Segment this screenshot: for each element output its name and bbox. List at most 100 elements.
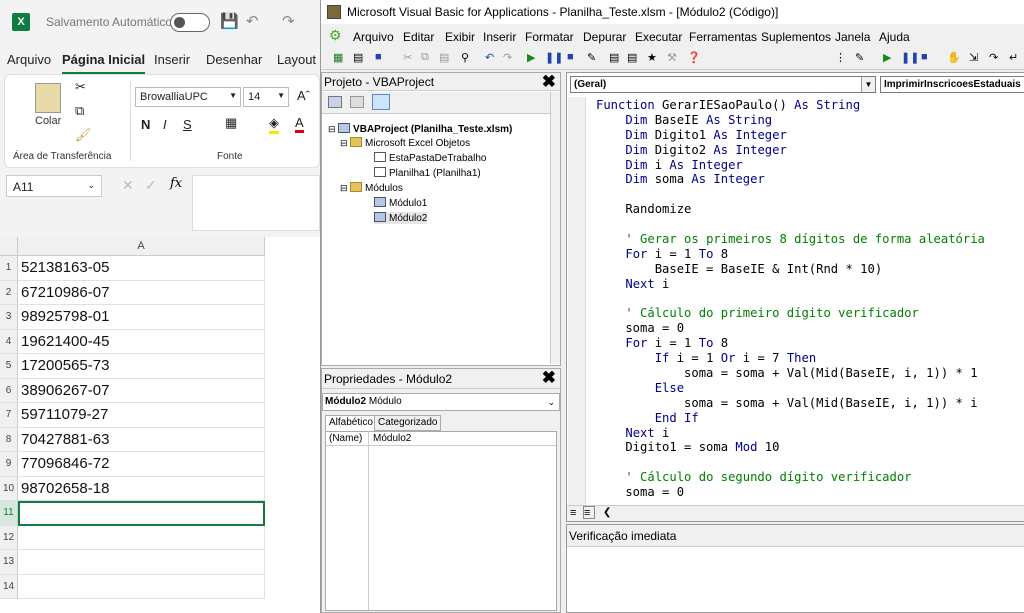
save-icon[interactable]: 💾 (220, 12, 239, 30)
code-line[interactable]: Dim Digito2 As Integer (596, 143, 1024, 158)
vba-menu-icon[interactable]: ⚙ (329, 27, 347, 45)
property-value[interactable]: Módulo2 (373, 433, 411, 444)
help-icon[interactable]: ❓ (687, 51, 701, 64)
redo-icon[interactable]: ↷ (282, 12, 295, 30)
design-mode-icon-2[interactable]: ✎ (855, 51, 864, 64)
code-line[interactable] (596, 292, 1024, 307)
save-icon[interactable]: ■ (375, 51, 382, 63)
cancel-icon[interactable]: ✕ (122, 177, 134, 194)
row-number[interactable]: 7 (0, 403, 18, 428)
toolbox-icon[interactable]: ⚒ (667, 51, 677, 64)
code-line[interactable] (596, 187, 1024, 202)
view-object-icon[interactable] (350, 96, 364, 108)
procedure-combo[interactable]: ImprimirInscricoesEstaduais (880, 76, 1024, 93)
code-line[interactable]: soma = 0 (596, 485, 1024, 500)
row-number[interactable]: 1 (0, 256, 18, 281)
row-number[interactable]: 3 (0, 305, 18, 330)
menu-arquivo[interactable]: Arquivo (353, 30, 394, 44)
tree-modules[interactable]: ⊟ Módulos (340, 182, 403, 194)
code-line[interactable]: For i = 1 To 8 (596, 336, 1024, 351)
cell-a[interactable]: 59711079-27 (18, 403, 265, 428)
cell-a[interactable]: 52138163-05 (18, 256, 265, 281)
row-number[interactable]: 13 (0, 550, 18, 575)
menu-formatar[interactable]: Formatar (525, 30, 574, 44)
object-browser-icon[interactable]: ★ (647, 51, 657, 64)
step-out-icon[interactable]: ↵ (1009, 51, 1018, 64)
cell-a[interactable]: 98702658-18 (18, 476, 265, 501)
increase-font-icon[interactable]: Aˆ (297, 88, 310, 103)
name-box[interactable]: A11 ⌄ (6, 175, 102, 197)
code-line[interactable]: ' Gerar os primeiros 8 dígitos de forma … (596, 232, 1024, 247)
cut-icon[interactable]: ✂ (403, 51, 412, 64)
formula-input[interactable] (192, 175, 320, 231)
code-line[interactable]: Randomize (596, 202, 1024, 217)
property-row[interactable]: (Name) Módulo2 (326, 431, 556, 446)
underline-button[interactable]: S (183, 117, 192, 132)
run-icon[interactable]: ▶ (527, 51, 535, 64)
format-painter-icon[interactable]: 🖌 (75, 127, 92, 143)
view-code-icon[interactable] (328, 96, 342, 108)
cell-a[interactable] (18, 550, 265, 575)
italic-button[interactable]: I (163, 117, 167, 132)
code-line[interactable]: Dim Digito1 As Integer (596, 128, 1024, 143)
scroll-left-icon[interactable]: ❮ (603, 507, 611, 518)
tree-module1[interactable]: Módulo1 (374, 197, 427, 209)
code-line[interactable] (596, 217, 1024, 232)
reset-icon[interactable]: ■ (567, 51, 574, 63)
code-line[interactable]: If i = 1 Or i = 7 Then (596, 351, 1024, 366)
full-module-view-icon[interactable]: ≡ (583, 506, 595, 519)
cell-a[interactable]: 19621400-45 (18, 329, 265, 354)
code-line[interactable]: Digito1 = soma Mod 10 (596, 440, 1024, 455)
object-combo[interactable]: (Geral) ▼ (570, 76, 876, 93)
menu-editar[interactable]: Editar (403, 30, 434, 44)
redo-icon[interactable]: ↷ (503, 51, 512, 64)
row-number[interactable]: 11 (0, 501, 18, 526)
autosave-toggle[interactable] (170, 13, 210, 32)
tab-pagina-inicial[interactable]: Página Inicial (62, 52, 146, 75)
fx-label[interactable]: fx (170, 176, 182, 191)
reset-icon-2[interactable]: ■ (921, 51, 928, 63)
tree-excel-objects[interactable]: ⊟ Microsoft Excel Objetos (340, 137, 470, 149)
column-header-a[interactable]: A (18, 237, 265, 256)
paste-label[interactable]: Colar (35, 115, 61, 127)
fill-color-icon[interactable]: ◈ (269, 115, 279, 134)
row-number[interactable]: 5 (0, 354, 18, 379)
copy-icon[interactable]: ⧉ (75, 103, 84, 119)
menu-executar[interactable]: Executar (635, 30, 682, 44)
project-explorer-icon[interactable]: ▤ (609, 51, 619, 64)
cell-a[interactable] (18, 574, 265, 599)
undo-icon[interactable]: ↶ (485, 51, 494, 64)
project-scrollbar[interactable] (550, 92, 560, 364)
menu-ferramentas[interactable]: Ferramentas (689, 30, 757, 44)
code-line[interactable]: Function GerarIESaoPaulo() As String (596, 98, 1024, 113)
code-line[interactable]: Dim soma As Integer (596, 172, 1024, 187)
insert-module-icon[interactable]: ▤ (353, 51, 363, 64)
immediate-input[interactable] (567, 548, 1024, 612)
select-all-corner[interactable] (0, 237, 18, 256)
code-line[interactable]: End If (596, 411, 1024, 426)
row-number[interactable]: 4 (0, 329, 18, 354)
close-icon[interactable]: ✖ (542, 73, 556, 91)
code-line[interactable]: Dim i As Integer (596, 158, 1024, 173)
tree-sheet1[interactable]: Planilha1 (Planilha1) (374, 167, 481, 179)
menu-suplementos[interactable]: Suplementos (761, 30, 831, 44)
code-line[interactable]: ' Cálculo do segundo dígito verificador (596, 470, 1024, 485)
toggle-folders-icon[interactable] (372, 94, 390, 110)
bold-button[interactable]: N (141, 117, 150, 132)
tab-categorizado[interactable]: Categorizado (374, 415, 442, 431)
cell-a[interactable] (18, 525, 265, 550)
cell-a[interactable]: 38906267-07 (18, 378, 265, 403)
menu-exibir[interactable]: Exibir (445, 30, 475, 44)
code-line[interactable]: Next i (596, 426, 1024, 441)
view-excel-icon[interactable]: ▦ (333, 51, 343, 64)
cut-icon[interactable]: ✂ (75, 79, 86, 95)
toggle-breakpoint-icon[interactable]: ✋ (947, 51, 961, 64)
row-number[interactable]: 14 (0, 574, 18, 599)
tab-inserir[interactable]: Inserir (154, 52, 190, 67)
toolbar-grip-icon[interactable]: ⋮ (835, 51, 846, 64)
code-margin[interactable] (568, 97, 586, 507)
code-line[interactable]: soma = soma + Val(Mid(BaseIE, i, 1)) * 1 (596, 366, 1024, 381)
paste-icon[interactable]: ▤ (439, 51, 449, 64)
cell-a[interactable]: 98925798-01 (18, 305, 265, 330)
tab-desenhar[interactable]: Desenhar (206, 52, 262, 67)
